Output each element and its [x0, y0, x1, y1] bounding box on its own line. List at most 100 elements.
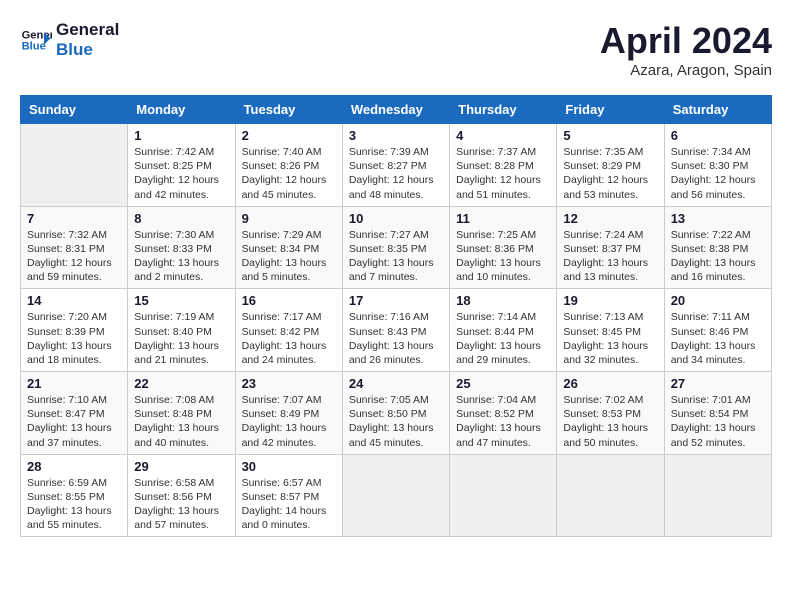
day-number: 18 — [456, 293, 550, 308]
calendar-cell: 6Sunrise: 7:34 AM Sunset: 8:30 PM Daylig… — [664, 124, 771, 207]
calendar-cell: 12 Sunrise: 7:24 AM Sunset: 8:37 PM Dayli… — [557, 206, 664, 289]
calendar-cell: 13Sunrise: 7:22 AM Sunset: 8:38 PM Dayli… — [664, 206, 771, 289]
logo-text-general: General — [56, 20, 119, 40]
calendar-cell — [342, 454, 449, 537]
day-info: Sunrise: 7:16 AM Sunset: 8:43 PM Dayligh… — [349, 310, 443, 367]
calendar-cell: 14 Sunrise: 7:20 AM Sunset: 8:39 PM Dayli… — [21, 289, 128, 372]
day-number: 27 — [671, 376, 765, 391]
month-title: April 2024 — [600, 20, 772, 62]
day-info: Sunrise: 7:07 AM Sunset: 8:49 PM Dayligh… — [242, 393, 336, 450]
day-info: Sunrise: 7:17 AM Sunset: 8:42 PM Dayligh… — [242, 310, 336, 367]
day-number: 25 — [456, 376, 550, 391]
day-number: 15 — [134, 293, 228, 308]
week-row-5: 28 Sunrise: 6:59 AM Sunset: 8:55 PM Dayli… — [21, 454, 772, 537]
day-number: 10 — [349, 211, 443, 226]
week-row-2: 7 Sunrise: 7:32 AM Sunset: 8:31 PM Daylig… — [21, 206, 772, 289]
day-number: 26 — [563, 376, 657, 391]
day-header-sunday: Sunday — [21, 96, 128, 124]
calendar-cell: 18 Sunrise: 7:14 AM Sunset: 8:44 PM Dayli… — [450, 289, 557, 372]
calendar-cell: 28 Sunrise: 6:59 AM Sunset: 8:55 PM Dayli… — [21, 454, 128, 537]
calendar-cell: 11 Sunrise: 7:25 AM Sunset: 8:36 PM Dayli… — [450, 206, 557, 289]
calendar-cell: 27Sunrise: 7:01 AM Sunset: 8:54 PM Dayli… — [664, 372, 771, 455]
day-header-monday: Monday — [128, 96, 235, 124]
day-number: 11 — [456, 211, 550, 226]
calendar-cell: 9Sunrise: 7:29 AM Sunset: 8:34 PM Daylig… — [235, 206, 342, 289]
day-info: Sunrise: 7:11 AM Sunset: 8:46 PM Dayligh… — [671, 310, 765, 367]
svg-text:Blue: Blue — [22, 40, 46, 52]
calendar-cell: 29 Sunrise: 6:58 AM Sunset: 8:56 PM Dayli… — [128, 454, 235, 537]
location: Azara, Aragon, Spain — [600, 62, 772, 79]
calendar-cell: 4 Sunrise: 7:37 AM Sunset: 8:28 PM Daylig… — [450, 124, 557, 207]
calendar-cell: 24Sunrise: 7:05 AM Sunset: 8:50 PM Dayli… — [342, 372, 449, 455]
calendar-cell: 17Sunrise: 7:16 AM Sunset: 8:43 PM Dayli… — [342, 289, 449, 372]
calendar-cell — [557, 454, 664, 537]
day-info: Sunrise: 7:39 AM Sunset: 8:27 PM Dayligh… — [349, 145, 443, 202]
logo: General Blue General Blue — [20, 20, 119, 59]
calendar-cell — [664, 454, 771, 537]
calendar-cell: 10 Sunrise: 7:27 AM Sunset: 8:35 PM Dayli… — [342, 206, 449, 289]
day-number: 6 — [671, 128, 765, 143]
day-info: Sunrise: 7:27 AM Sunset: 8:35 PM Dayligh… — [349, 228, 443, 285]
logo-icon: General Blue — [20, 24, 52, 56]
page-header: General Blue General Blue April 2024 Aza… — [20, 20, 772, 79]
day-number: 22 — [134, 376, 228, 391]
day-number: 1 — [134, 128, 228, 143]
day-header-saturday: Saturday — [664, 96, 771, 124]
day-number: 23 — [242, 376, 336, 391]
calendar-cell: 20 Sunrise: 7:11 AM Sunset: 8:46 PM Dayli… — [664, 289, 771, 372]
title-block: April 2024 Azara, Aragon, Spain — [600, 20, 772, 79]
day-info: Sunrise: 7:40 AM Sunset: 8:26 PM Dayligh… — [242, 145, 336, 202]
day-header-wednesday: Wednesday — [342, 96, 449, 124]
day-number: 4 — [456, 128, 550, 143]
day-header-thursday: Thursday — [450, 96, 557, 124]
day-number: 2 — [242, 128, 336, 143]
day-number: 21 — [27, 376, 121, 391]
calendar-cell: 3 Sunrise: 7:39 AM Sunset: 8:27 PM Daylig… — [342, 124, 449, 207]
day-info: Sunrise: 7:24 AM Sunset: 8:37 PM Dayligh… — [563, 228, 657, 285]
calendar-cell: 23 Sunrise: 7:07 AM Sunset: 8:49 PM Dayli… — [235, 372, 342, 455]
day-number: 13 — [671, 211, 765, 226]
calendar-cell: 16 Sunrise: 7:17 AM Sunset: 8:42 PM Dayli… — [235, 289, 342, 372]
day-header-tuesday: Tuesday — [235, 96, 342, 124]
day-info: Sunrise: 7:14 AM Sunset: 8:44 PM Dayligh… — [456, 310, 550, 367]
day-info: Sunrise: 7:32 AM Sunset: 8:31 PM Dayligh… — [27, 228, 121, 285]
calendar-cell: 25 Sunrise: 7:04 AM Sunset: 8:52 PM Dayli… — [450, 372, 557, 455]
day-info: Sunrise: 6:58 AM Sunset: 8:56 PM Dayligh… — [134, 476, 228, 533]
day-info: Sunrise: 7:20 AM Sunset: 8:39 PM Dayligh… — [27, 310, 121, 367]
day-number: 16 — [242, 293, 336, 308]
day-info: Sunrise: 7:02 AM Sunset: 8:53 PM Dayligh… — [563, 393, 657, 450]
calendar-cell: 26 Sunrise: 7:02 AM Sunset: 8:53 PM Dayli… — [557, 372, 664, 455]
day-number: 3 — [349, 128, 443, 143]
week-row-1: 1Sunrise: 7:42 AM Sunset: 8:25 PM Daylig… — [21, 124, 772, 207]
day-info: Sunrise: 7:37 AM Sunset: 8:28 PM Dayligh… — [456, 145, 550, 202]
week-row-3: 14 Sunrise: 7:20 AM Sunset: 8:39 PM Dayli… — [21, 289, 772, 372]
day-number: 28 — [27, 459, 121, 474]
calendar-cell — [21, 124, 128, 207]
day-number: 7 — [27, 211, 121, 226]
day-number: 12 — [563, 211, 657, 226]
calendar-cell — [450, 454, 557, 537]
calendar-cell: 30Sunrise: 6:57 AM Sunset: 8:57 PM Dayli… — [235, 454, 342, 537]
calendar-cell: 5Sunrise: 7:35 AM Sunset: 8:29 PM Daylig… — [557, 124, 664, 207]
calendar-cell: 15Sunrise: 7:19 AM Sunset: 8:40 PM Dayli… — [128, 289, 235, 372]
day-number: 29 — [134, 459, 228, 474]
day-info: Sunrise: 7:04 AM Sunset: 8:52 PM Dayligh… — [456, 393, 550, 450]
day-info: Sunrise: 7:05 AM Sunset: 8:50 PM Dayligh… — [349, 393, 443, 450]
day-info: Sunrise: 7:10 AM Sunset: 8:47 PM Dayligh… — [27, 393, 121, 450]
calendar-cell: 1Sunrise: 7:42 AM Sunset: 8:25 PM Daylig… — [128, 124, 235, 207]
day-info: Sunrise: 7:25 AM Sunset: 8:36 PM Dayligh… — [456, 228, 550, 285]
day-number: 5 — [563, 128, 657, 143]
day-number: 30 — [242, 459, 336, 474]
day-info: Sunrise: 7:30 AM Sunset: 8:33 PM Dayligh… — [134, 228, 228, 285]
calendar-cell: 19Sunrise: 7:13 AM Sunset: 8:45 PM Dayli… — [557, 289, 664, 372]
day-info: Sunrise: 6:59 AM Sunset: 8:55 PM Dayligh… — [27, 476, 121, 533]
calendar-table: SundayMondayTuesdayWednesdayThursdayFrid… — [20, 95, 772, 537]
day-info: Sunrise: 7:29 AM Sunset: 8:34 PM Dayligh… — [242, 228, 336, 285]
day-info: Sunrise: 7:13 AM Sunset: 8:45 PM Dayligh… — [563, 310, 657, 367]
day-number: 14 — [27, 293, 121, 308]
logo-text-blue: Blue — [56, 40, 119, 60]
day-number: 8 — [134, 211, 228, 226]
week-row-4: 21 Sunrise: 7:10 AM Sunset: 8:47 PM Dayli… — [21, 372, 772, 455]
day-number: 20 — [671, 293, 765, 308]
day-info: Sunrise: 7:08 AM Sunset: 8:48 PM Dayligh… — [134, 393, 228, 450]
